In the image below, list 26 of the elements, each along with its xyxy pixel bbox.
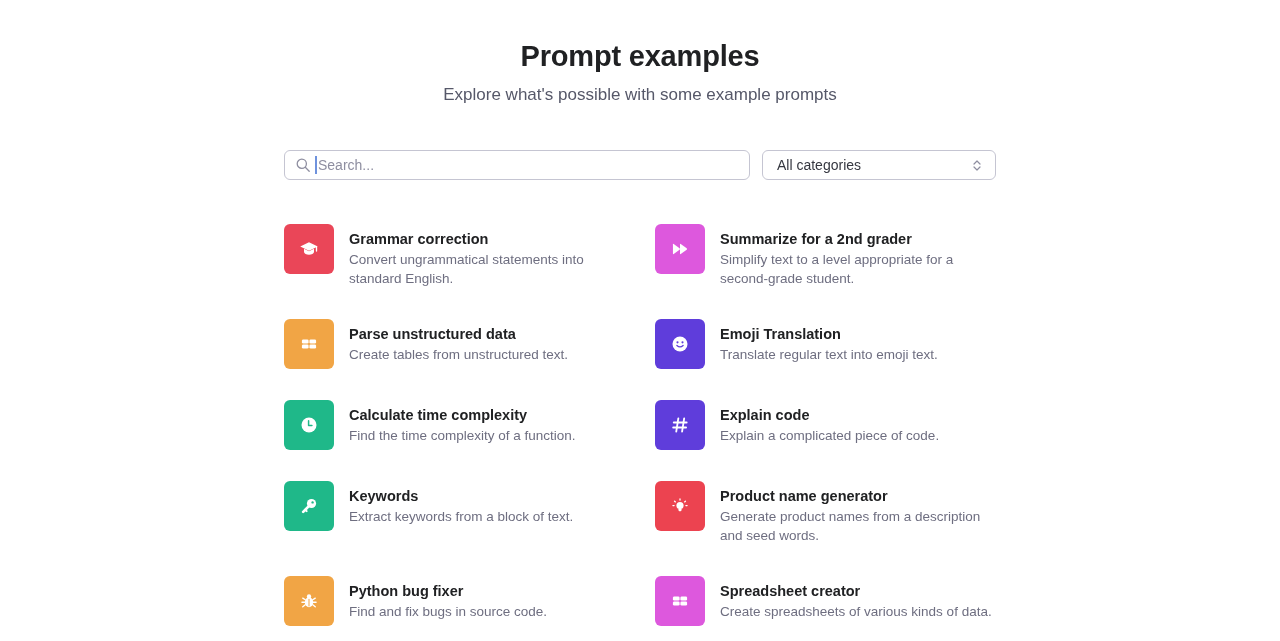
prompt-description: Simplify text to a level appropriate for a second-grade student. xyxy=(720,251,955,288)
search-icon xyxy=(296,158,310,172)
prompt-title[interactable]: Explain code xyxy=(720,404,810,426)
prompt-title[interactable]: Summarize for a 2nd grader xyxy=(720,228,912,250)
prompt-title[interactable]: Spreadsheet creator xyxy=(720,580,861,602)
prompt-description: Find and fix bugs in source code. xyxy=(349,603,548,621)
prompt-description: Create spreadsheets of various kinds of data. xyxy=(720,603,992,621)
search-field[interactable]: Search... xyxy=(284,150,750,180)
prompt-description: Explain a complicated piece of code. xyxy=(720,427,940,445)
prompt-title[interactable]: Product name generator xyxy=(720,485,888,507)
prompt-description: Extract keywords from a block of text. xyxy=(349,508,574,526)
prompt-description: Find the time complexity of a function. xyxy=(349,427,576,445)
page-subtitle: Explore what's possible with some example prompts xyxy=(443,84,837,106)
prompt-title[interactable]: Grammar correction xyxy=(349,228,489,250)
page-title: Prompt examples xyxy=(520,39,760,74)
prompt-title[interactable]: Parse unstructured data xyxy=(349,323,516,345)
chevron-up-down-icon xyxy=(973,159,981,171)
prompt-title[interactable]: Python bug fixer xyxy=(349,580,464,602)
prompt-title[interactable]: Calculate time complexity xyxy=(349,404,528,426)
prompt-description: Translate regular text into emoji text. xyxy=(720,346,938,364)
category-select[interactable]: All categories xyxy=(762,150,996,180)
prompt-description: Create tables from unstructured text. xyxy=(349,346,569,364)
prompt-title[interactable]: Keywords xyxy=(349,485,419,507)
prompt-description: Generate product names from a description and seed words. xyxy=(720,508,982,545)
prompt-title[interactable]: Emoji Translation xyxy=(720,323,841,345)
prompt-description: Convert ungrammatical statements into standard English. xyxy=(349,251,585,288)
